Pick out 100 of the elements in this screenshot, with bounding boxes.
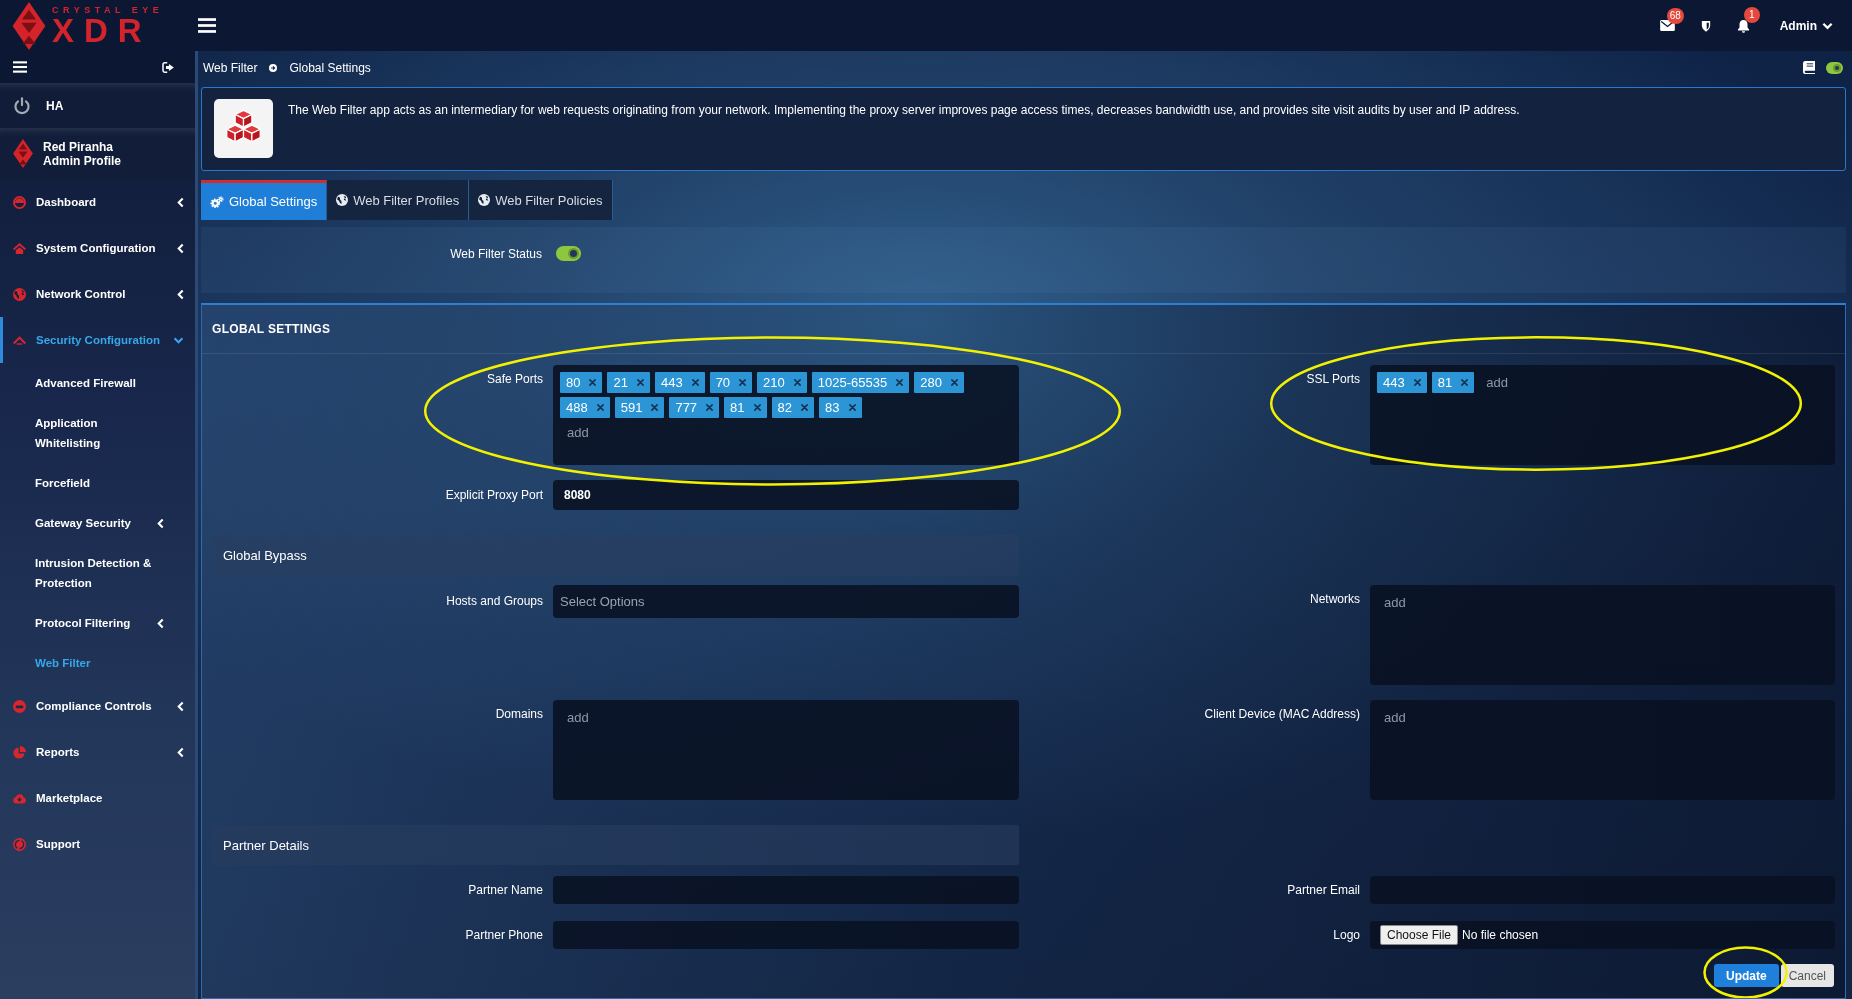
tag-entry-input[interactable]: add bbox=[1479, 372, 1630, 393]
tab[interactable]: Web Filter Policies bbox=[469, 180, 613, 220]
globe-icon bbox=[336, 194, 349, 206]
remove-icon[interactable] bbox=[1461, 379, 1469, 386]
nav-subitem[interactable]: Forcefield bbox=[0, 463, 195, 503]
nav-subitem[interactable]: Protocol Filtering bbox=[0, 603, 195, 643]
shield-icon[interactable] bbox=[1700, 19, 1711, 32]
update-button[interactable]: Update bbox=[1713, 964, 1779, 987]
nav-item[interactable]: Security Configuration bbox=[0, 317, 195, 363]
house-icon bbox=[13, 241, 26, 255]
nav-subitem[interactable]: Gateway Security bbox=[0, 503, 195, 543]
nav-item[interactable]: Marketplace bbox=[0, 775, 195, 821]
tag-text: 280 bbox=[920, 374, 942, 392]
triangle-icon bbox=[13, 333, 26, 347]
remove-icon[interactable] bbox=[596, 404, 604, 411]
tag-entry-input[interactable]: add bbox=[560, 422, 710, 443]
subsection-header: Partner Details bbox=[212, 825, 1019, 865]
circle-arrow-icon bbox=[269, 63, 278, 72]
half-filled-circle-icon bbox=[13, 195, 26, 209]
field-label: Explicit Proxy Port bbox=[444, 487, 543, 503]
toggle-switch[interactable] bbox=[556, 246, 581, 261]
app-description: The Web Filter app acts as an intermediary for web requests originating from your network. Implementing the proxy server improves page access times, decreases bandwidth use, and provides site visit audits by user and IP address. bbox=[288, 102, 1520, 118]
menu-icon[interactable] bbox=[13, 61, 27, 73]
text-input[interactable]: 8080 bbox=[553, 480, 1019, 510]
mail-icon[interactable] bbox=[1659, 20, 1675, 31]
user-menu[interactable]: Admin bbox=[1779, 18, 1833, 33]
nav-subitem[interactable]: Intrusion Detection & Protection bbox=[0, 543, 195, 603]
nav-item[interactable]: Support bbox=[0, 821, 195, 867]
tag-entry-input[interactable]: add bbox=[1377, 592, 1527, 613]
tag-input-field[interactable]: add bbox=[1370, 700, 1835, 800]
remove-icon[interactable] bbox=[739, 379, 747, 386]
field-label: Partner Email bbox=[1286, 882, 1360, 898]
file-status-text: No file chosen bbox=[1462, 928, 1539, 942]
cloud-download-icon bbox=[13, 791, 26, 805]
tag-text: 591 bbox=[620, 399, 643, 417]
ha-label: HA bbox=[46, 98, 64, 113]
field-label: Domains bbox=[494, 706, 543, 722]
nav-subitem[interactable]: Advanced Firewall bbox=[0, 363, 195, 403]
menu-icon[interactable] bbox=[198, 18, 216, 33]
remove-icon[interactable] bbox=[1413, 379, 1421, 386]
profile-name: Red Piranha bbox=[43, 139, 115, 154]
nav-subitem[interactable]: Web Filter bbox=[0, 643, 195, 683]
tag-text: 83 bbox=[825, 399, 840, 417]
no-entry-icon bbox=[13, 699, 26, 713]
tag-entry-input[interactable]: add bbox=[560, 707, 710, 728]
remove-icon[interactable] bbox=[636, 379, 644, 386]
remove-icon[interactable] bbox=[896, 379, 904, 386]
tab[interactable]: Web Filter Profiles bbox=[327, 180, 470, 220]
nav-item[interactable]: Reports bbox=[0, 729, 195, 775]
remove-icon[interactable] bbox=[950, 379, 958, 386]
field-label: Web Filter Status bbox=[449, 246, 542, 262]
text-input[interactable] bbox=[1370, 876, 1835, 904]
bell-icon[interactable] bbox=[1736, 18, 1750, 33]
tab[interactable]: Global Settings bbox=[201, 180, 328, 220]
select-field[interactable]: Select Options bbox=[553, 585, 1019, 618]
field-label: SSL Ports bbox=[1305, 371, 1360, 387]
tag-text: 1025-65535 bbox=[817, 374, 888, 392]
remove-icon[interactable] bbox=[753, 404, 761, 411]
tag-entry-input[interactable]: add bbox=[1377, 707, 1527, 728]
toggle-switch[interactable] bbox=[1826, 61, 1843, 74]
book-icon[interactable] bbox=[1803, 61, 1815, 74]
field-label: Hosts and Groups bbox=[445, 593, 543, 609]
cancel-button[interactable]: Cancel bbox=[1780, 964, 1834, 987]
ring-icon bbox=[13, 837, 26, 851]
remove-icon[interactable] bbox=[848, 404, 856, 411]
tag-input-field[interactable]: add bbox=[553, 700, 1019, 800]
field-label: Partner Phone bbox=[464, 927, 543, 943]
section-title: GLOBAL SETTINGS bbox=[202, 305, 1845, 354]
logout-icon[interactable] bbox=[162, 61, 175, 73]
caret-icon bbox=[1822, 21, 1833, 30]
tag-input-field[interactable]: add bbox=[1370, 585, 1835, 685]
text-input[interactable] bbox=[553, 921, 1019, 949]
tag-text: 443 bbox=[660, 374, 683, 392]
tag-text: 80 bbox=[566, 374, 581, 392]
tag-text: 82 bbox=[777, 399, 793, 417]
field-label: Networks bbox=[1309, 591, 1360, 607]
notification-badge: 68 bbox=[1666, 8, 1684, 24]
diamond-logo-icon bbox=[13, 139, 33, 168]
tag-text: 777 bbox=[675, 399, 698, 417]
remove-icon[interactable] bbox=[801, 404, 809, 411]
remove-icon[interactable] bbox=[793, 379, 801, 386]
breadcrumb-link[interactable]: Web Filter bbox=[203, 60, 258, 75]
cubes-icon bbox=[214, 99, 273, 158]
brand-wordmark: XDR bbox=[52, 15, 152, 46]
text-input[interactable] bbox=[553, 876, 1019, 904]
remove-icon[interactable] bbox=[691, 379, 699, 386]
field-label: Partner Name bbox=[467, 882, 543, 898]
nav-subitem[interactable]: Application Whitelisting bbox=[0, 403, 195, 463]
profile-role: Admin Profile bbox=[43, 153, 121, 168]
nav-item[interactable]: Dashboard bbox=[0, 179, 195, 225]
remove-icon[interactable] bbox=[651, 404, 659, 411]
remove-icon[interactable] bbox=[589, 379, 597, 386]
nav-item[interactable]: Network Control bbox=[0, 271, 195, 317]
nav-item[interactable]: System Configuration bbox=[0, 225, 195, 271]
remove-icon[interactable] bbox=[706, 404, 714, 411]
nav-item[interactable]: Compliance Controls bbox=[0, 683, 195, 729]
subsection-header: Global Bypass bbox=[212, 535, 1019, 576]
choose-file-button[interactable]: Choose File bbox=[1380, 925, 1459, 945]
tag-text: 210 bbox=[763, 374, 785, 392]
power-icon[interactable] bbox=[13, 96, 31, 115]
